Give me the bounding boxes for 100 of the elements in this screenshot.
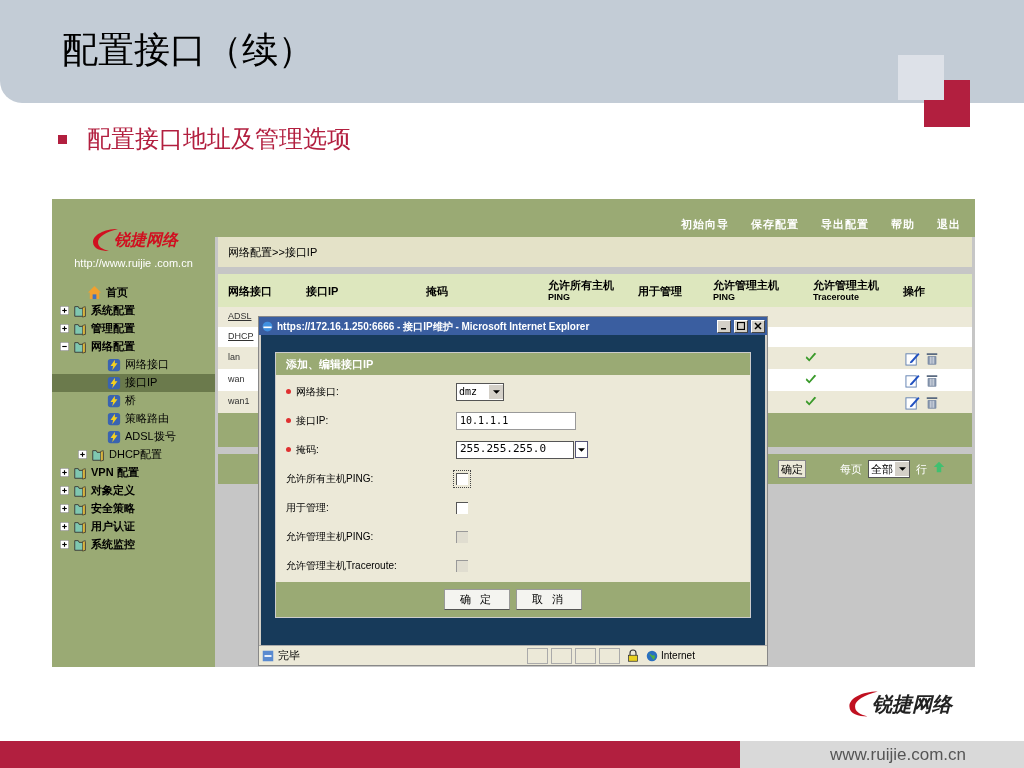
tree-item[interactable]: 对象定义: [52, 481, 215, 500]
maximize-button[interactable]: [734, 319, 748, 333]
trash-icon: [925, 350, 939, 366]
security-zone: Internet: [661, 649, 695, 663]
edit-icon: [905, 394, 920, 410]
field-label: 网络接口:: [296, 385, 339, 399]
folder-icon: [73, 303, 87, 318]
field-label: 用于管理:: [286, 501, 329, 515]
page-icon: [261, 648, 275, 663]
column-header: 允许管理主机 PING: [713, 278, 780, 303]
tree-item[interactable]: 系统配置: [52, 301, 215, 320]
corner-decoration: [898, 55, 970, 127]
column-header: 接口IP: [306, 284, 340, 297]
tree-item[interactable]: 网络配置: [52, 337, 215, 356]
home-icon: [87, 285, 102, 300]
expand-icon: [60, 522, 69, 531]
tree-label: 网络配置: [91, 339, 135, 355]
edit-icon: [905, 372, 920, 388]
interface-link[interactable]: ADSL: [228, 310, 252, 324]
lock-icon: [627, 648, 639, 663]
dropdown-arrow-icon: [578, 447, 585, 452]
dropdown-arrow-icon: [898, 467, 906, 471]
checkbox[interactable]: [456, 472, 468, 485]
edit-icon: [905, 350, 920, 366]
folder-icon: [91, 447, 105, 462]
bullet-icon: [58, 134, 67, 144]
tree-item[interactable]: VPN 配置: [52, 463, 215, 482]
tree-item[interactable]: 系统监控: [52, 535, 215, 554]
expand-icon: [60, 504, 69, 513]
expand-icon: [78, 450, 87, 459]
tree-label: 管理配置: [91, 321, 135, 337]
tree-item[interactable]: 用户认证: [52, 517, 215, 536]
tree-label: 用户认证: [91, 519, 135, 535]
field-label: 允许管理主机PING:: [286, 530, 374, 544]
lightning-icon: [107, 411, 121, 426]
folder-icon: [73, 537, 87, 552]
tree-label: VPN 配置: [91, 465, 139, 481]
tree-label: 对象定义: [91, 483, 135, 499]
tree-item[interactable]: 首页: [52, 283, 215, 302]
table-cell: wan: [228, 373, 245, 387]
tree-item[interactable]: 管理配置: [52, 319, 215, 338]
status-text: 完毕: [278, 648, 301, 664]
per-page-label: 每页: [840, 461, 862, 477]
slide-title: 配置接口（续）: [62, 27, 314, 72]
footer-logo-text: 锐捷网络: [872, 692, 952, 717]
tree-label: DHCP配置: [109, 447, 163, 463]
folder-icon: [73, 339, 87, 354]
up-arrow-icon: [933, 461, 945, 473]
folder-icon: [73, 321, 87, 336]
tree-item[interactable]: 桥: [52, 391, 215, 410]
table-cell: wan1: [228, 395, 250, 409]
slide-bullet: 配置接口地址及管理选项: [87, 124, 351, 154]
tree-label: 系统配置: [91, 303, 135, 319]
table-cell: lan: [228, 351, 240, 365]
expand-icon: [60, 324, 69, 333]
ip-input[interactable]: 10.1.1.1: [456, 411, 576, 430]
tree-item[interactable]: ADSL拨号: [52, 427, 215, 446]
go-button[interactable]: 确定: [778, 460, 806, 478]
tree-item[interactable]: 接口IP: [52, 373, 215, 392]
lightning-icon: [107, 393, 121, 408]
field-label: 接口IP:: [296, 414, 329, 428]
minimize-button[interactable]: [717, 319, 731, 333]
expand-icon: [60, 468, 69, 477]
rows-unit-label: 行: [916, 461, 927, 477]
footer-url: www.ruijie.com.cn: [829, 743, 966, 766]
tree-item[interactable]: 网络接口: [52, 355, 215, 374]
checkbox[interactable]: [456, 501, 468, 514]
tree-label: 接口IP: [125, 375, 158, 391]
panel-title: 添加、编辑接口IP: [286, 356, 374, 372]
per-page-select[interactable]: 全部: [868, 460, 910, 478]
dialog-button[interactable]: 取 消: [516, 589, 582, 610]
folder-icon: [73, 501, 87, 516]
folder-icon: [73, 465, 87, 480]
tree-item[interactable]: 安全策略: [52, 499, 215, 518]
interface-link[interactable]: DHCP: [228, 330, 254, 344]
breadcrumb: 网络配置>>接口IP: [228, 244, 318, 260]
window-title: https://172.16.1.250:6666 - 接口IP维护 - Microsoft Internet Explorer: [277, 319, 591, 334]
column-header: 网络接口: [228, 284, 273, 297]
column-header: 操作: [903, 284, 926, 297]
dialog-button[interactable]: 确 定: [444, 589, 510, 610]
site-url: http://www.ruijie .com.cn: [74, 256, 193, 271]
lightning-icon: [107, 429, 121, 444]
tree-item[interactable]: DHCP配置: [52, 445, 215, 464]
column-header: 掩码: [426, 284, 449, 297]
browser-icon: [261, 319, 274, 333]
close-button[interactable]: [751, 319, 765, 333]
folder-icon: [73, 483, 87, 498]
collapse-icon: [60, 342, 69, 351]
tree-label: 首页: [106, 285, 128, 301]
maximize-icon: [737, 322, 745, 330]
interface-select[interactable]: dmz: [456, 382, 504, 401]
field-label: 允许管理主机Traceroute:: [286, 559, 397, 573]
expand-icon: [60, 486, 69, 495]
column-header: 允许所有主机 PING: [548, 278, 615, 303]
expand-icon: [60, 540, 69, 549]
tree-label: 桥: [125, 393, 136, 409]
close-icon: [754, 322, 762, 330]
tree-item[interactable]: 策略路由: [52, 409, 215, 428]
logo-text: 锐捷网络: [113, 230, 178, 250]
trash-icon: [925, 394, 939, 410]
